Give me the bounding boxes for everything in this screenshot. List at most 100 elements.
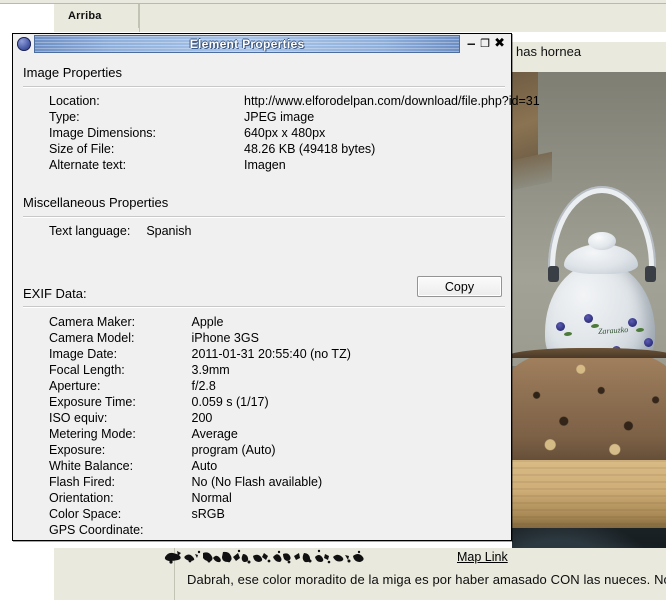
dialog-title-gradient: Element Properties xyxy=(34,35,461,53)
row-value: Imagen xyxy=(244,158,286,172)
row-value: 2011-01-31 20:55:40 (no TZ) xyxy=(191,347,351,361)
dialog-body: Image Properties Location: http://www.el… xyxy=(13,54,540,540)
row-label: Size of File: xyxy=(49,142,115,156)
row-label: Flash Fired: xyxy=(49,475,115,489)
row-value: Average xyxy=(191,427,238,441)
photo-top-strip xyxy=(512,66,666,72)
row-value: Apple xyxy=(191,315,224,329)
table-row: Flash Fired: No (No Flash available) xyxy=(49,475,351,491)
row-value: f/2.8 xyxy=(191,379,216,393)
table-row: Alternate text: Imagen xyxy=(49,158,540,174)
table-row: Camera Model: iPhone 3GS xyxy=(49,331,351,347)
section-heading-exif-data: EXIF Data: xyxy=(23,286,87,301)
row-value: 640px x 480px xyxy=(244,126,326,140)
table-row: Color Space: sRGB xyxy=(49,507,351,523)
table-row: Orientation: Normal xyxy=(49,491,351,507)
table-row: ISO equiv: 200 xyxy=(49,411,351,427)
row-value: No (No Flash available) xyxy=(191,475,323,489)
row-label: Image Dimensions: xyxy=(49,126,156,140)
row-label: Location: xyxy=(49,94,100,108)
screen: Arriba has hornea Zarauzko Dabrah, ese c… xyxy=(0,0,666,600)
row-value: 0.059 s (1/17) xyxy=(191,395,269,409)
forum-post-body-text: Dabrah, ese color moradito de la miga es… xyxy=(187,572,666,587)
row-value: JPEG image xyxy=(244,110,315,124)
wooden-table-edge xyxy=(512,460,666,534)
maximize-icon[interactable]: ❐ xyxy=(480,38,490,50)
table-row: Image Date: 2011-01-31 20:55:40 (no TZ) xyxy=(49,347,351,363)
row-value: program (Auto) xyxy=(191,443,276,457)
row-label: GPS Coordinate: xyxy=(49,523,144,537)
row-value: Normal xyxy=(191,491,232,505)
table-row: Aperture: f/2.8 xyxy=(49,379,351,395)
gps-coordinate-redaction xyxy=(163,548,379,566)
map-link[interactable]: Map Link xyxy=(457,550,508,564)
row-value: 200 xyxy=(191,411,213,425)
misc-properties-table: Text language: Spanish xyxy=(49,224,192,240)
dialog-title: Element Properties xyxy=(189,37,305,51)
forum-nav-arriba[interactable]: Arriba xyxy=(54,4,139,28)
row-label: Focal Length: xyxy=(49,363,125,377)
section-heading-image-properties: Image Properties xyxy=(23,65,122,80)
row-value: sRGB xyxy=(191,507,225,521)
copy-button[interactable]: Copy xyxy=(417,276,502,297)
forum-nav-divider xyxy=(139,4,140,32)
row-label: Color Space: xyxy=(49,507,122,521)
close-icon[interactable]: ✖ xyxy=(494,37,505,50)
row-label: Camera Maker: xyxy=(49,315,136,329)
row-label: Text language: xyxy=(49,224,131,238)
row-value: 3.9mm xyxy=(191,363,230,377)
kettle-flower-icon xyxy=(556,322,565,331)
minimize-icon[interactable]: − xyxy=(466,38,476,50)
table-row: Type: JPEG image xyxy=(49,110,540,126)
table-row: Focal Length: 3.9mm xyxy=(49,363,351,379)
row-label: Type: xyxy=(49,110,80,124)
section-rule xyxy=(23,86,505,88)
kettle-hinge-left xyxy=(548,266,559,282)
element-properties-dialog: Element Properties − ❐ ✖ Image Propertie… xyxy=(12,33,540,564)
row-label: Exposure Time: xyxy=(49,395,136,409)
row-value: Spanish xyxy=(146,224,192,238)
kettle-hinge-right xyxy=(645,266,656,282)
row-value: 48.26 KB (49418 bytes) xyxy=(244,142,376,156)
kettle-flower-icon xyxy=(644,338,653,347)
table-row-gps: GPS Coordinate: xyxy=(49,523,351,539)
row-value: iPhone 3GS xyxy=(191,331,259,345)
kettle-knob xyxy=(588,232,616,250)
forum-post-sidebar-cell xyxy=(54,548,175,600)
table-row: Exposure Time: 0.059 s (1/17) xyxy=(49,395,351,411)
table-row: Metering Mode: Average xyxy=(49,427,351,443)
bread-crust xyxy=(512,348,666,358)
table-row: Exposure: program (Auto) xyxy=(49,443,351,459)
row-label: White Balance: xyxy=(49,459,134,473)
section-rule xyxy=(23,216,505,218)
row-value xyxy=(154,523,351,539)
table-row: White Balance: Auto xyxy=(49,459,351,475)
row-label: Aperture: xyxy=(49,379,101,393)
table-row: Location: http://www.elforodelpan.com/do… xyxy=(49,94,540,110)
dark-counter-surface xyxy=(512,528,666,548)
post-header-text: has hornea xyxy=(516,44,582,59)
section-rule xyxy=(23,306,505,308)
row-label: Metering Mode: xyxy=(49,427,136,441)
kettle-flower-icon xyxy=(628,318,637,327)
image-properties-table: Location: http://www.elforodelpan.com/do… xyxy=(49,94,540,174)
row-value: Auto xyxy=(191,459,218,473)
forum-nav-arriba-label: Arriba xyxy=(68,10,102,22)
section-heading-misc-properties: Miscellaneous Properties xyxy=(23,195,169,210)
row-label: Image Date: xyxy=(49,347,118,361)
dialog-titlebar[interactable]: Element Properties − ❐ ✖ xyxy=(13,34,511,54)
table-row: Image Dimensions: 640px x 480px xyxy=(49,126,540,142)
kettle-flower-icon xyxy=(584,314,593,323)
forum-nav-row xyxy=(54,4,666,33)
globe-icon xyxy=(17,37,31,51)
row-value: http://www.elforodelpan.com/download/fil… xyxy=(244,94,540,108)
exif-table: Camera Maker: Apple Camera Model: iPhone… xyxy=(49,315,351,539)
bread-loaf xyxy=(512,348,666,466)
table-row: Camera Maker: Apple xyxy=(49,315,351,331)
row-label: Alternate text: xyxy=(49,158,127,172)
table-row: Text language: Spanish xyxy=(49,224,192,240)
table-row: Size of File: 48.26 KB (49418 bytes) xyxy=(49,142,540,158)
row-label: ISO equiv: xyxy=(49,411,108,425)
row-label: Orientation: xyxy=(49,491,114,505)
row-label: Exposure: xyxy=(49,443,106,457)
